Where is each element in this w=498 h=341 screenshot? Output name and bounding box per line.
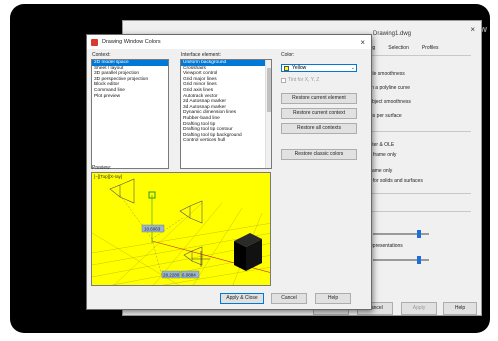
tint-checkbox[interactable] [281, 77, 286, 83]
color-dropdown-value: Yellow [292, 65, 307, 71]
slider-thumb[interactable] [417, 256, 421, 264]
app-icon [91, 38, 98, 46]
cancel-button[interactable]: Cancel [271, 293, 307, 304]
interface-element-label: Interface element: [181, 52, 222, 58]
apply-close-button[interactable]: Apply & Close [220, 293, 264, 304]
tab-selection[interactable]: Selection [384, 43, 413, 53]
restore-current-element-button[interactable]: Restore current element [281, 93, 357, 104]
interface-element-list[interactable]: Uniform background Crosshairs Viewport con… [180, 59, 272, 169]
help-button[interactable]: Help [315, 293, 351, 304]
color-swatch [284, 66, 289, 71]
scrollbar[interactable] [265, 60, 271, 168]
apply-button[interactable]: Apply [401, 302, 437, 315]
tab-profiles[interactable]: Profiles [418, 43, 443, 53]
tint-label: Tint for X, Y, Z [288, 77, 320, 83]
color-dropdown[interactable]: Yellow ⌄ [281, 64, 357, 72]
slider-thumb[interactable] [417, 230, 421, 238]
help-button[interactable]: Help [443, 302, 477, 315]
list-item[interactable]: Control vertices hull [181, 138, 271, 144]
context-list[interactable]: 2D model space Sheet / layout 3D parallel … [91, 59, 169, 169]
black-cube [234, 233, 262, 271]
close-icon[interactable]: × [360, 38, 365, 47]
drawing-window-colors-dialog: Drawing Window Colors × Context: 2D mode… [86, 34, 372, 310]
preview-area: [−][Top][X-ray] 10.6063 28.2280 6.0884 [91, 172, 271, 286]
scrollbar-thumb[interactable] [267, 68, 271, 112]
tint-checkbox-row[interactable]: Tint for X, Y, Z [281, 77, 319, 83]
dialog-titlebar: Drawing Window Colors × [87, 35, 371, 49]
restore-classic-colors-button[interactable]: Restore classic colors [281, 149, 357, 160]
dimension-label-text-2: 28.2280 [163, 273, 180, 278]
options-dialog-title: Drawing1.dwg [373, 31, 412, 37]
restore-all-contexts-button[interactable]: Restore all contexts [281, 123, 357, 134]
crosshair-cursor [192, 251, 210, 267]
preview-scene: 10.6063 28.2280 6.0884 [92, 178, 270, 285]
restore-current-context-button[interactable]: Restore current context [281, 108, 357, 119]
dimension-label-text-3: 6.0884 [182, 273, 196, 278]
interface-element-items: Uniform background Crosshairs Viewport con… [181, 60, 271, 144]
list-item[interactable]: Plot preview [92, 94, 168, 100]
dimension-label-text-1: 10.6063 [144, 227, 161, 232]
dialog-title: Drawing Window Colors [102, 39, 161, 45]
chevron-down-icon: ⌄ [350, 65, 355, 71]
color-label: Color: [281, 52, 295, 58]
context-label: Context: [92, 52, 111, 58]
preview-label: Preview: [92, 165, 112, 171]
video-frame: w Drawing1.dwg × Modeling Selection Prof… [10, 4, 490, 333]
options-close-icon[interactable]: × [470, 25, 475, 34]
